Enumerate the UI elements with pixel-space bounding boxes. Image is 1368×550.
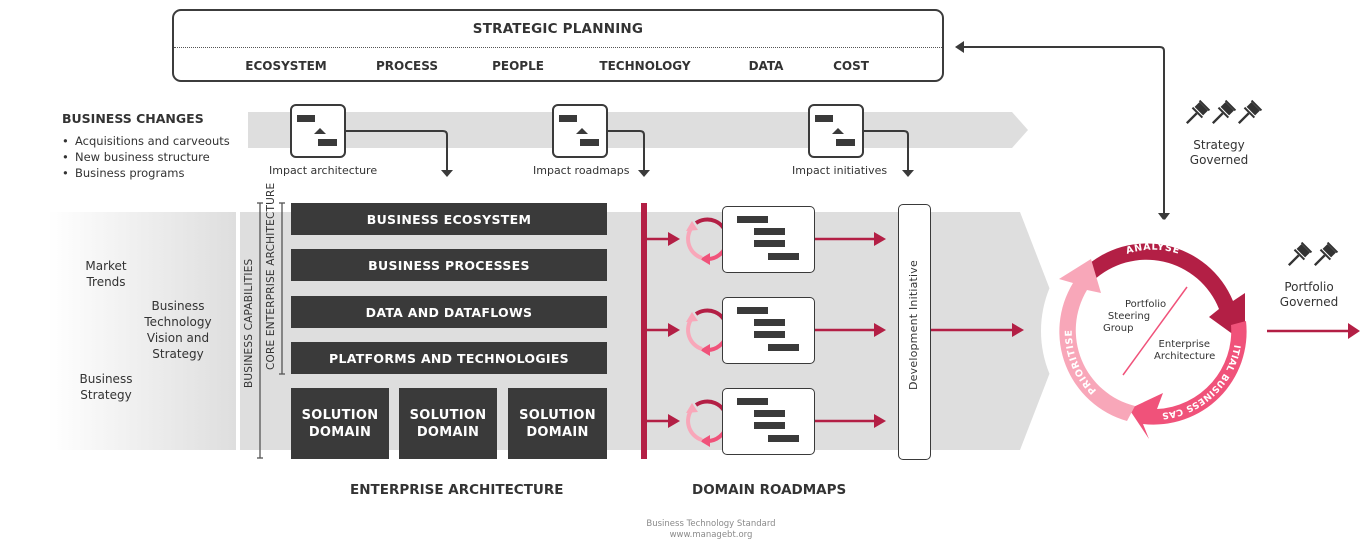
gantt-icon <box>815 115 855 146</box>
roadmap-distribution-bar <box>641 203 647 459</box>
gantt-icon <box>559 115 599 146</box>
portfolio-gavel-icons <box>1287 241 1339 267</box>
ea-layer-data-dataflows: DATA AND DATAFLOWS <box>291 296 607 328</box>
strategy-feedback-arrowhead-left <box>955 41 964 53</box>
enterprise-architecture-title: ENTERPRISE ARCHITECTURE <box>350 482 564 498</box>
strategic-planning-divider <box>174 47 942 48</box>
impact-initiatives-arrowhead <box>902 170 914 177</box>
ea-layer-platforms-technologies: PLATFORMS AND TECHNOLOGIES <box>291 342 607 374</box>
solution-domain-block: SOLUTION DOMAIN <box>399 388 497 459</box>
business-change-item: Acquisitions and carveouts <box>62 133 230 149</box>
core-ea-label: CORE ENTERPRISE ARCHITECTURE <box>265 182 277 370</box>
impact-roadmaps-icon <box>552 104 608 158</box>
gavel-icon <box>1211 99 1237 125</box>
strategic-planning-panel: STRATEGIC PLANNING ECOSYSTEM PROCESS PEO… <box>172 9 944 82</box>
sp-item-data: DATA <box>748 59 784 73</box>
strategic-planning-title: STRATEGIC PLANNING <box>472 21 644 37</box>
gantt-icon <box>297 115 337 146</box>
portfolio-governed-label: Portfolio Governed <box>1279 280 1339 309</box>
diagram-canvas: ANALYSE INITIAL BUSINESS CASE PRIORITISE <box>48 41 1360 459</box>
sp-item-ecosystem: ECOSYSTEM <box>245 59 327 73</box>
domain-roadmap-card <box>722 206 815 273</box>
sp-item-technology: TECHNOLOGY <box>599 59 691 73</box>
roadmap-gantt-icon <box>737 307 799 351</box>
domain-roadmap-card <box>722 297 815 364</box>
ea-layer-business-processes: BUSINESS PROCESSES <box>291 249 607 281</box>
business-changes-list: Acquisitions and carveouts New business … <box>62 133 230 181</box>
footer-standard: Business Technology Standard <box>646 519 776 529</box>
gavel-icon <box>1185 99 1211 125</box>
solution-domain-block: SOLUTION DOMAIN <box>291 388 389 459</box>
footer: Business Technology Standard www.manageb… <box>0 519 1368 541</box>
business-strategy-label: Business Strategy <box>79 372 133 402</box>
domain-roadmap-card <box>722 388 815 455</box>
sp-item-people: PEOPLE <box>492 59 544 73</box>
impact-roadmaps-arrowhead <box>638 170 650 177</box>
impact-architecture-arrowhead <box>441 170 453 177</box>
gavel-icon <box>1313 241 1339 267</box>
domain-roadmaps-title: DOMAIN ROADMAPS <box>692 482 847 498</box>
business-change-item: New business structure <box>62 149 230 165</box>
development-initiative-label: Development Initiative <box>907 260 920 390</box>
footer-url: www.managebt.org <box>669 530 753 540</box>
enterprise-architecture-center-label: Enterprise Architecture <box>1154 339 1216 362</box>
roadmap-gantt-icon <box>737 398 799 442</box>
portfolio-governance-cycle: ANALYSE INITIAL BUSINESS CASE PRIORITISE <box>1041 219 1265 443</box>
sp-item-process: PROCESS <box>376 59 438 73</box>
impact-initiatives-label: Impact initiatives <box>792 164 888 177</box>
impact-architecture-icon <box>290 104 346 158</box>
bt-vision-strategy-label: Business Technology Vision and Strategy <box>144 299 212 361</box>
ea-layer-business-ecosystem: BUSINESS ECOSYSTEM <box>291 203 607 235</box>
market-trends-label: Market Trends <box>85 259 127 289</box>
business-capabilities-label: BUSINESS CAPABILITIES <box>243 258 255 388</box>
gavel-icon <box>1287 241 1313 267</box>
impact-roadmaps-label: Impact roadmaps <box>533 164 630 177</box>
sp-item-cost: COST <box>833 59 869 73</box>
business-changes-title: BUSINESS CHANGES <box>62 111 204 126</box>
strategy-governed-label: Strategy Governed <box>1189 138 1249 167</box>
business-change-item: Business programs <box>62 165 230 181</box>
impact-architecture-label: Impact architecture <box>269 164 378 177</box>
roadmap-gantt-icon <box>737 216 799 260</box>
portfolio-steering-group-label: Portfolio Steering Group <box>1103 299 1167 334</box>
strategy-gavel-icons <box>1185 99 1263 125</box>
impact-initiatives-icon <box>808 104 864 158</box>
portfolio-output-arrow <box>1267 323 1360 339</box>
gavel-icon <box>1237 99 1263 125</box>
solution-domain-block: SOLUTION DOMAIN <box>508 388 607 459</box>
